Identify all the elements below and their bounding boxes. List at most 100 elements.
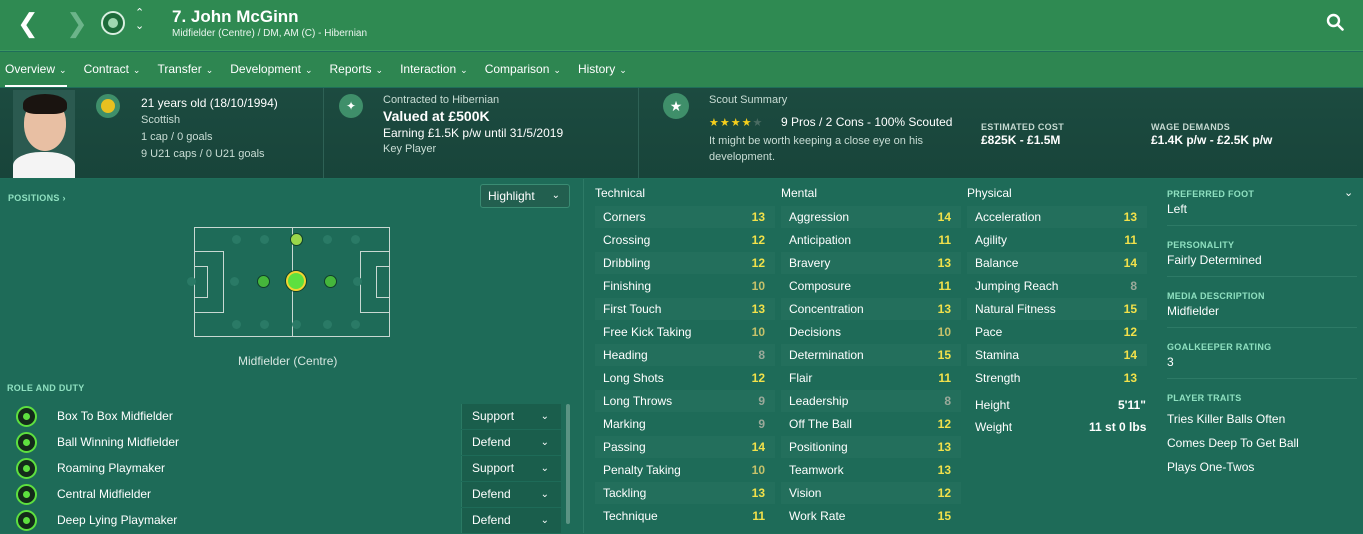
height-label: Height — [975, 398, 1010, 412]
tab-comparison[interactable]: Comparison ⌄ — [485, 52, 561, 87]
role-list-scrollbar[interactable] — [566, 404, 570, 524]
technical-attribute-row[interactable]: Passing 14 — [595, 436, 775, 458]
attribute-value: 9 — [758, 394, 765, 408]
contract-icon[interactable]: ✦ — [339, 94, 363, 118]
highlight-dropdown[interactable]: Highlight ⌄ — [480, 184, 570, 208]
attribute-value: 10 — [751, 279, 765, 293]
mental-attribute-row[interactable]: Concentration 13 — [781, 298, 961, 320]
goalkeeper-rating: 3 — [1167, 355, 1174, 369]
wage-demands: £1.4K p/w - £2.5K p/w — [1151, 133, 1273, 147]
technical-attribute-row[interactable]: Free Kick Taking 10 — [595, 321, 775, 343]
personality-label: PERSONALITY — [1167, 240, 1235, 250]
search-icon[interactable] — [1326, 13, 1344, 31]
chevron-down-icon: ⌄ — [619, 65, 627, 75]
positions-link[interactable]: POSITIONS › — [8, 193, 66, 203]
mental-attribute-row[interactable]: Bravery 13 — [781, 252, 961, 274]
technical-attribute-row[interactable]: Corners 13 — [595, 206, 775, 228]
back-icon[interactable]: ❮ — [17, 10, 39, 36]
duty-dropdown[interactable]: Defend ⌄ — [461, 482, 561, 507]
duty-dropdown[interactable]: Support ⌄ — [461, 456, 561, 481]
player-info-strip: 21 years old (18/10/1994) Scottish 1 cap… — [0, 88, 1363, 178]
tab-development[interactable]: Development ⌄ — [230, 52, 312, 87]
position-dot — [292, 320, 301, 329]
mental-attribute-row[interactable]: Composure 11 — [781, 275, 961, 297]
role-duty-label: ROLE AND DUTY — [7, 383, 85, 393]
technical-attribute-row[interactable]: Finishing 10 — [595, 275, 775, 297]
contract-label: Contracted to Hibernian — [383, 94, 500, 106]
mental-attribute-row[interactable]: Aggression 14 — [781, 206, 961, 228]
physical-attribute-row[interactable]: Balance 14 — [967, 252, 1147, 274]
attribute-value: 13 — [1123, 371, 1137, 385]
mental-attribute-row[interactable]: Determination 15 — [781, 344, 961, 366]
player-switch-icon[interactable]: ⌃ ⌄ — [135, 7, 144, 33]
chevron-down-icon: ⌄ — [551, 190, 560, 201]
attribute-value: 13 — [751, 210, 765, 224]
player-traits-label: PLAYER TRAITS — [1167, 393, 1242, 403]
divider — [1167, 276, 1357, 277]
attribute-name: Pace — [975, 325, 1003, 339]
nation-flag-icon[interactable] — [96, 94, 120, 118]
technical-attribute-row[interactable]: Heading 8 — [595, 344, 775, 366]
attribute-name: Determination — [789, 348, 864, 362]
role-name: Central Midfielder — [57, 487, 152, 501]
physical-attribute-row[interactable]: Strength 13 — [967, 367, 1147, 389]
technical-attribute-row[interactable]: Technique 11 — [595, 505, 775, 527]
mental-attribute-row[interactable]: Teamwork 13 — [781, 459, 961, 481]
tab-transfer[interactable]: Transfer ⌄ — [157, 52, 213, 87]
mental-attribute-row[interactable]: Off The Ball 12 — [781, 413, 961, 435]
technical-attribute-row[interactable]: Dribbling 12 — [595, 252, 775, 274]
duty-dropdown[interactable]: Defend ⌄ — [461, 430, 561, 455]
attribute-name: Off The Ball — [789, 417, 852, 431]
tab-reports[interactable]: Reports ⌄ — [330, 52, 384, 87]
mental-attribute-row[interactable]: Decisions 10 — [781, 321, 961, 343]
attribute-value: 14 — [1123, 348, 1137, 362]
role-row[interactable]: Ball Winning Midfielder Defend ⌄ — [0, 430, 575, 456]
media-description-label: MEDIA DESCRIPTION — [1167, 291, 1265, 301]
mental-attribute-row[interactable]: Vision 12 — [781, 482, 961, 504]
mental-attribute-row[interactable]: Work Rate 15 — [781, 505, 961, 527]
mental-attribute-row[interactable]: Flair 11 — [781, 367, 961, 389]
technical-attribute-row[interactable]: Crossing 12 — [595, 229, 775, 251]
attribute-value: 15 — [1123, 302, 1137, 316]
role-row[interactable]: Central Midfielder Defend ⌄ — [0, 482, 575, 508]
physical-attribute-row[interactable]: Acceleration 13 — [967, 206, 1147, 228]
forward-icon[interactable]: ❯ — [66, 10, 88, 36]
role-row[interactable]: Roaming Playmaker Support ⌄ — [0, 456, 575, 482]
attribute-value: 11 — [938, 371, 951, 385]
tab-bar: Overview ⌄ Contract ⌄ Transfer ⌄ Developmen… — [0, 52, 1363, 87]
technical-attribute-row[interactable]: First Touch 13 — [595, 298, 775, 320]
mental-attribute-row[interactable]: Positioning 13 — [781, 436, 961, 458]
duty-dropdown[interactable]: Defend ⌄ — [461, 508, 561, 533]
club-badge-icon[interactable] — [101, 11, 125, 35]
role-suitability-icon — [16, 406, 37, 427]
chevron-down-icon[interactable]: ⌄ — [1344, 186, 1353, 199]
attribute-value: 13 — [1123, 210, 1137, 224]
technical-attribute-row[interactable]: Long Shots 12 — [595, 367, 775, 389]
tab-contract[interactable]: Contract ⌄ — [84, 52, 141, 87]
star-icon[interactable]: ★ — [663, 93, 689, 119]
attribute-value: 14 — [751, 440, 765, 454]
physical-attribute-row[interactable]: Jumping Reach 8 — [967, 275, 1147, 297]
role-row[interactable]: Deep Lying Playmaker Defend ⌄ — [0, 508, 575, 534]
duty-dropdown[interactable]: Support ⌄ — [461, 404, 561, 429]
role-row[interactable]: Box To Box Midfielder Support ⌄ — [0, 404, 575, 430]
tab-overview[interactable]: Overview ⌄ — [5, 52, 67, 87]
mental-attribute-row[interactable]: Anticipation 11 — [781, 229, 961, 251]
mental-attribute-row[interactable]: Leadership 8 — [781, 390, 961, 412]
physical-attribute-row[interactable]: Natural Fitness 15 — [967, 298, 1147, 320]
technical-attribute-row[interactable]: Penalty Taking 10 — [595, 459, 775, 481]
attribute-name: Flair — [789, 371, 813, 385]
technical-attribute-row[interactable]: Marking 9 — [595, 413, 775, 435]
physical-attribute-row[interactable]: Stamina 14 — [967, 344, 1147, 366]
physical-attribute-row[interactable]: Pace 12 — [967, 321, 1147, 343]
attribute-name: Positioning — [789, 440, 848, 454]
attribute-value: 10 — [937, 325, 951, 339]
technical-attribute-row[interactable]: Tackling 13 — [595, 482, 775, 504]
attribute-name: Composure — [789, 279, 852, 293]
technical-attribute-row[interactable]: Long Throws 9 — [595, 390, 775, 412]
tab-interaction[interactable]: Interaction ⌄ — [400, 52, 468, 87]
chevron-down-icon: ⌄ — [375, 65, 384, 75]
tab-history[interactable]: History ⌄ — [578, 52, 627, 87]
scout-summary-label: Scout Summary — [709, 94, 788, 106]
physical-attribute-row[interactable]: Agility 11 — [967, 229, 1147, 251]
